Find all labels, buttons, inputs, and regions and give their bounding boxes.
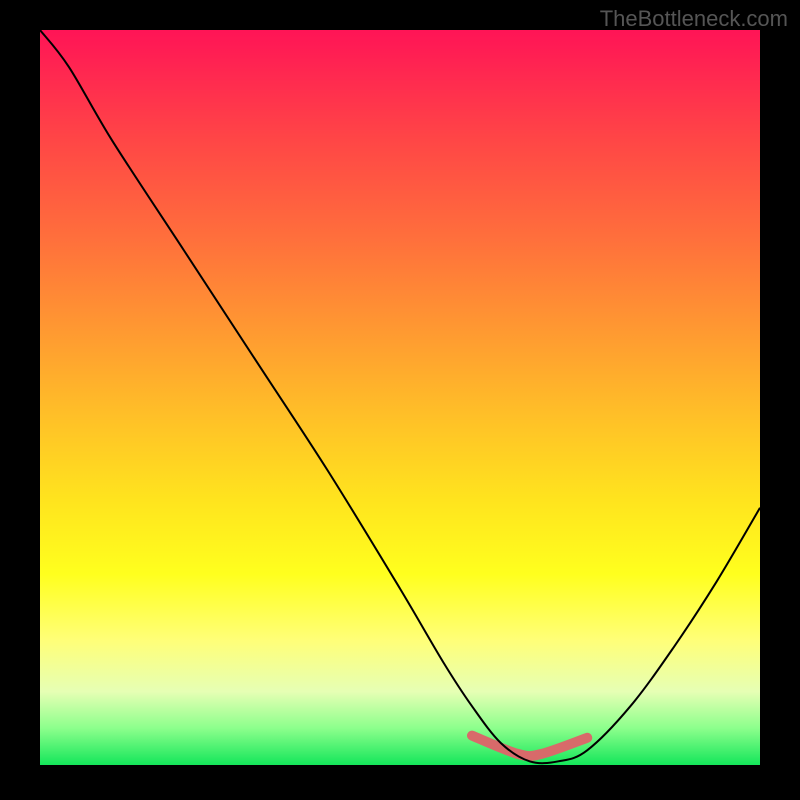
watermark-text: TheBottleneck.com — [600, 6, 788, 32]
chart-svg — [40, 30, 760, 765]
bottleneck-curve-line — [40, 30, 760, 763]
optimal-range-highlight — [472, 736, 587, 757]
chart-plot-area — [40, 30, 760, 765]
